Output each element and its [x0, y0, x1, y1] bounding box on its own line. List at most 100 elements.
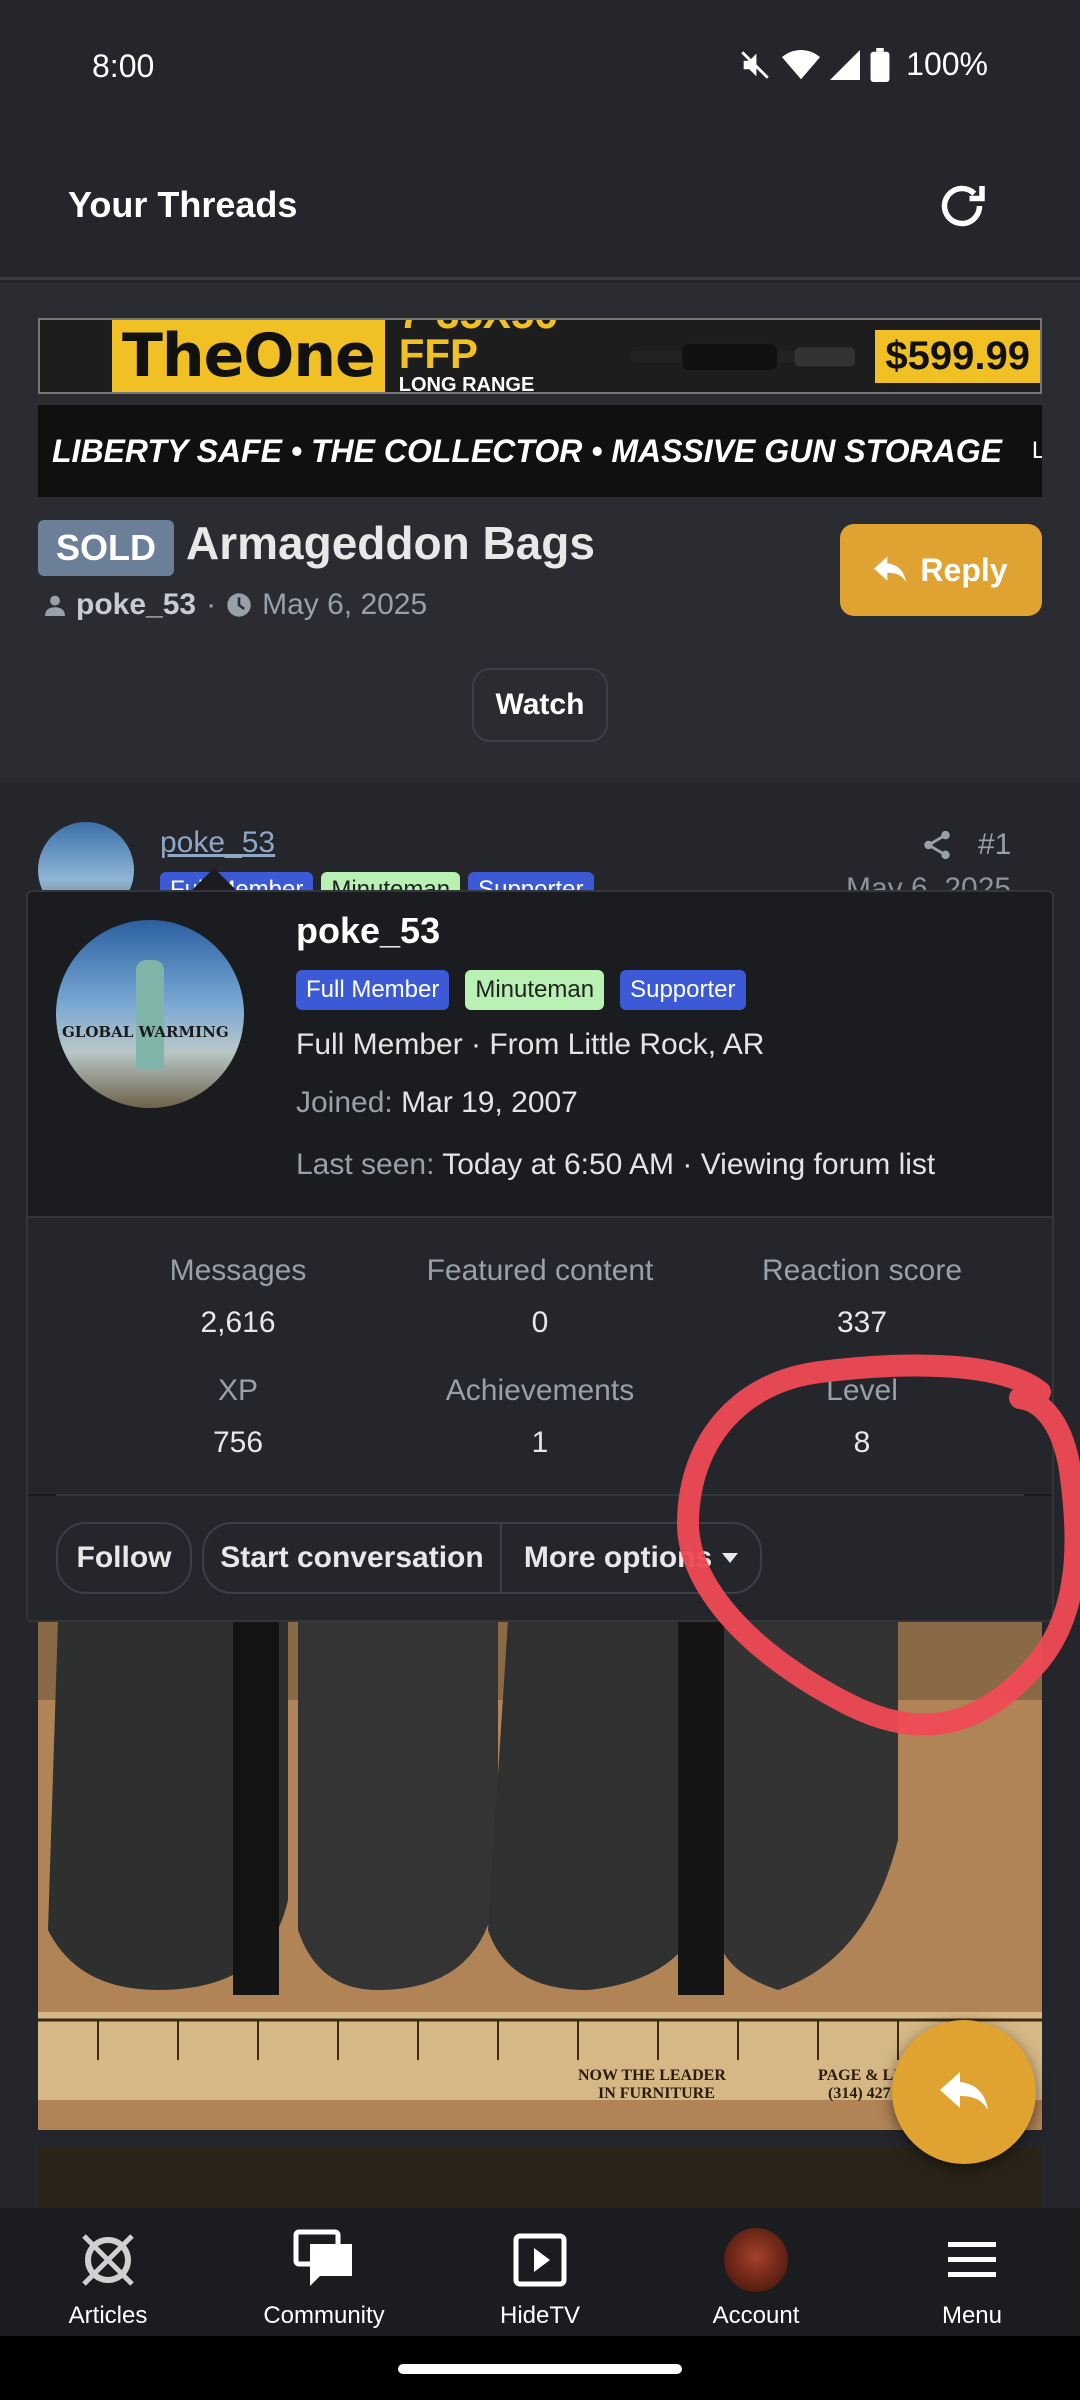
bottom-nav: Articles Community HideTV Account Menu	[0, 2208, 1080, 2336]
caret-down-icon	[722, 1553, 739, 1563]
stat-label: Reaction score	[761, 1254, 963, 1287]
bags-photo: NOW THE LEADER IN FURNITURE PAGE & LINDY…	[38, 1620, 1042, 2130]
member-last-seen: Last seen: Today at 6:50 AM · Viewing fo…	[296, 1148, 935, 1182]
ad-price: $599.99	[875, 329, 1040, 383]
battery-percent: 100%	[906, 46, 988, 82]
clock-icon	[227, 593, 251, 617]
floating-reply-button[interactable]	[892, 2020, 1036, 2164]
reply-label: Reply	[920, 551, 1008, 588]
articles-icon	[76, 2228, 140, 2292]
community-icon	[292, 2228, 356, 2292]
stat-featured[interactable]: Featured content 0	[390, 1254, 690, 1340]
thread-date[interactable]: May 6, 2025	[262, 588, 427, 622]
follow-button[interactable]: Follow	[56, 1522, 192, 1594]
stat-value: 0	[531, 1306, 549, 1339]
meta-separator: ·	[206, 588, 217, 621]
post-username[interactable]: poke_53	[160, 826, 275, 860]
menu-icon	[940, 2228, 1004, 2292]
stat-label: Level	[826, 1374, 898, 1407]
nav-articles[interactable]: Articles	[0, 2208, 216, 2336]
thread-meta: poke_53 · May 6, 2025	[44, 588, 427, 622]
post-image[interactable]: NOW THE LEADER IN FURNITURE PAGE & LINDY…	[38, 1620, 1042, 2130]
member-avatar[interactable]: GLOBAL WARMING	[56, 920, 244, 1108]
mute-icon	[741, 50, 769, 79]
stat-value: 337	[836, 1306, 888, 1339]
member-actions: Follow Start conversation More options	[28, 1496, 1052, 1620]
member-stats: Messages 2,616 Featured content 0 Reaction…	[28, 1218, 1052, 1494]
member-joined: Joined: Mar 19, 2007	[296, 1086, 578, 1120]
nav-account[interactable]: Account	[648, 2208, 864, 2336]
nav-label: Menu	[941, 2302, 1003, 2329]
signal-icon	[830, 49, 861, 80]
ad-text: LIBERTY SAFE • THE COLLECTOR • MASSIVE G…	[52, 432, 1002, 469]
stat-label: XP	[217, 1374, 259, 1407]
account-avatar	[724, 2228, 788, 2292]
reply-icon	[940, 2072, 988, 2110]
badge-full-member: Full Member	[296, 970, 450, 1010]
nav-menu[interactable]: Menu	[864, 2208, 1080, 2336]
joined-label: Joined:	[296, 1086, 393, 1119]
start-conversation-button[interactable]: Start conversation	[202, 1522, 502, 1594]
member-card-popover: GLOBAL WARMING poke_53 Full Member Minut…	[26, 890, 1054, 1622]
ruler-text-1: NOW THE LEADER	[578, 2067, 726, 2084]
post-image-2[interactable]	[38, 2148, 1042, 2208]
page-title: Your Threads	[68, 184, 298, 225]
stat-achievements[interactable]: Achievements 1	[390, 1374, 690, 1460]
popover-arrow	[190, 868, 238, 892]
nav-label: HideTV	[499, 2302, 581, 2329]
scope-image	[630, 343, 856, 370]
stat-label: Achievements	[445, 1374, 635, 1407]
battery-icon	[870, 47, 890, 82]
stat-value: 2,616	[200, 1306, 276, 1339]
thread-title: Armageddon Bags	[186, 517, 595, 569]
reply-icon	[874, 556, 907, 582]
home-gesture-bar[interactable]	[398, 2364, 682, 2374]
nav-hidetv[interactable]: HideTV	[432, 2208, 648, 2336]
member-badges: Full Member Minuteman Supporter	[296, 970, 746, 1010]
more-options-button[interactable]: More options	[500, 1522, 762, 1594]
stat-value: 756	[212, 1426, 264, 1459]
share-icon[interactable]	[920, 828, 954, 862]
reply-button[interactable]: Reply	[840, 524, 1042, 616]
stat-label: Messages	[169, 1254, 307, 1287]
member-role-location: Full Member · From Little Rock, AR	[296, 1028, 765, 1061]
status-icons: 100%	[738, 46, 988, 83]
watch-button[interactable]: Watch	[472, 668, 608, 742]
more-options-label: More options	[523, 1541, 713, 1574]
post-number[interactable]: #1	[978, 828, 1011, 862]
member-name[interactable]: poke_53	[296, 910, 440, 952]
refresh-icon[interactable]	[932, 176, 992, 236]
wifi-icon	[782, 49, 821, 79]
ad-brand: LIBERTY	[1032, 437, 1042, 465]
stat-level: Level 8	[712, 1374, 1012, 1460]
nav-label: Community	[263, 2302, 385, 2329]
ad-banner-scope[interactable]: TheOne 7-35X56 FFPLONG RANGE PRECISION $…	[38, 318, 1042, 394]
ad-banner-liberty[interactable]: LIBERTY SAFE • THE COLLECTOR • MASSIVE G…	[38, 405, 1042, 497]
avatar-caption: GLOBAL WARMING	[62, 1023, 229, 1041]
last-seen-value: Today at 6:50 AM · Viewing forum list	[442, 1148, 936, 1181]
stat-messages[interactable]: Messages 2,616	[88, 1254, 388, 1340]
play-icon	[508, 2228, 572, 2292]
user-icon	[45, 595, 65, 616]
statue-image	[136, 960, 164, 1070]
ruler-text-4: (314) 427	[828, 2085, 891, 2102]
ruler-text-2: IN FURNITURE	[598, 2085, 715, 2102]
status-time: 8:00	[92, 48, 155, 84]
nav-community[interactable]: Community	[216, 2208, 432, 2336]
last-seen-label: Last seen:	[296, 1148, 435, 1181]
stat-value: 8	[853, 1426, 871, 1459]
stat-value: 1	[531, 1426, 549, 1459]
stat-reaction-score[interactable]: Reaction score 337	[712, 1254, 1012, 1340]
nav-label: Account	[712, 2302, 800, 2329]
app-header: Your Threads	[0, 130, 1080, 280]
badge-supporter: Supporter	[620, 970, 746, 1010]
ad-model: 7-35X56 FFPLONG RANGE PRECISION	[398, 320, 558, 394]
status-bar: 8:00 100%	[0, 0, 1080, 130]
nav-label: Articles	[68, 2302, 148, 2329]
joined-value: Mar 19, 2007	[401, 1086, 578, 1119]
badge-minuteman: Minuteman	[465, 970, 605, 1010]
thread-author[interactable]: poke_53	[76, 588, 196, 622]
stat-xp: XP 756	[88, 1374, 388, 1460]
ad-logo: TheOne	[112, 320, 385, 392]
account-avatar-image	[724, 2228, 788, 2292]
